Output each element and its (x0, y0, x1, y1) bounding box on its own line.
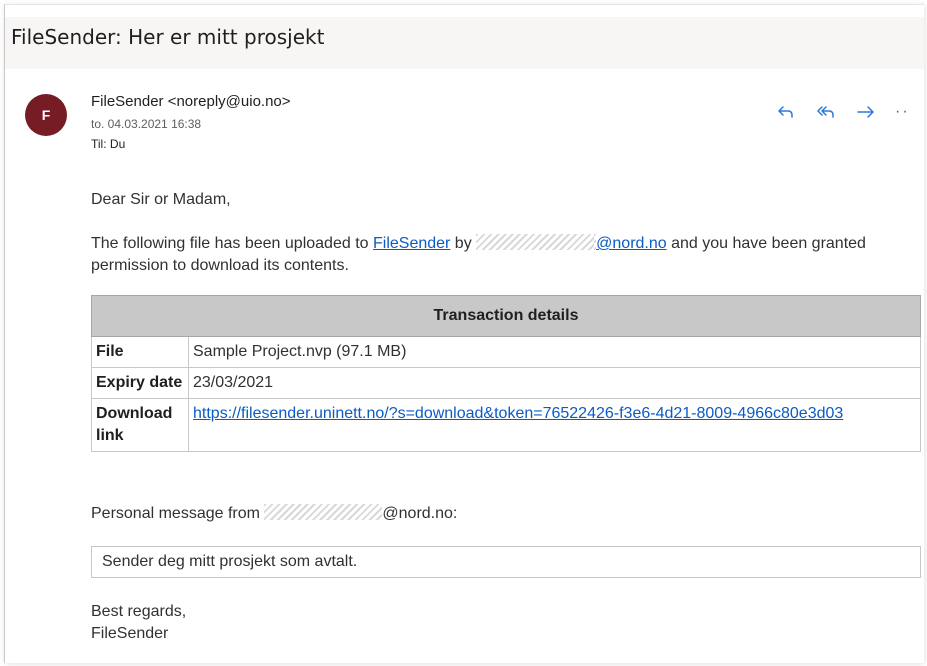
closing: Best regards, (91, 603, 187, 620)
redacted-email (476, 234, 595, 250)
row-key-download: Download link (91, 398, 189, 452)
transaction-table: Transaction details File Sample Project.… (91, 295, 921, 452)
reply-icon[interactable] (775, 101, 797, 123)
message-actions: ·· (775, 101, 910, 123)
table-row: Download link https://filesender.uninett… (91, 398, 921, 452)
email-reading-pane: FileSender: Her er mitt prosjekt F FileS… (4, 4, 924, 663)
row-value-file: Sample Project.nvp (97.1 MB) (188, 336, 921, 368)
uploader-email-domain[interactable]: @nord.no (596, 235, 667, 252)
table-row: File Sample Project.nvp (97.1 MB) (91, 336, 921, 368)
to-label: Til: (91, 137, 107, 151)
pm-suffix: @nord.no: (382, 505, 458, 522)
row-value-expiry: 23/03/2021 (188, 367, 921, 399)
pm-prefix: Personal message from (91, 505, 265, 522)
forward-icon[interactable] (855, 101, 877, 123)
intro-paragraph: The following file has been uploaded to … (91, 233, 891, 277)
sender-from[interactable]: FileSender <noreply@uio.no> (91, 93, 291, 110)
reply-all-icon[interactable] (815, 101, 837, 123)
recipient-line: Til: Du (91, 137, 125, 151)
greeting: Dear Sir or Madam, (91, 191, 231, 208)
uploader-email-link[interactable]: @nord.no (594, 234, 667, 252)
signature: FileSender (91, 625, 169, 642)
redacted-email (264, 504, 383, 520)
more-actions-icon[interactable]: ·· (895, 103, 910, 121)
intro-text-by: by (450, 235, 477, 252)
row-key-file: File (91, 336, 189, 368)
row-key-expiry: Expiry date (91, 367, 189, 399)
table-header: Transaction details (91, 295, 921, 337)
intro-text: The following file has been uploaded to (91, 235, 373, 252)
to-value[interactable]: Du (110, 137, 125, 151)
personal-message-label: Personal message from @nord.no: (91, 503, 457, 525)
row-value-download: https://filesender.uninett.no/?s=downloa… (188, 398, 921, 452)
email-subject: FileSender: Her er mitt prosjekt (11, 25, 325, 49)
table-row: Expiry date 23/03/2021 (91, 367, 921, 399)
download-link[interactable]: https://filesender.uninett.no/?s=downloa… (193, 405, 843, 422)
avatar[interactable]: F (25, 94, 67, 136)
sent-date: to. 04.03.2021 16:38 (91, 117, 202, 131)
personal-message-box: Sender deg mitt prosjekt som avtalt. (91, 546, 921, 578)
filesender-link[interactable]: FileSender (373, 235, 450, 252)
